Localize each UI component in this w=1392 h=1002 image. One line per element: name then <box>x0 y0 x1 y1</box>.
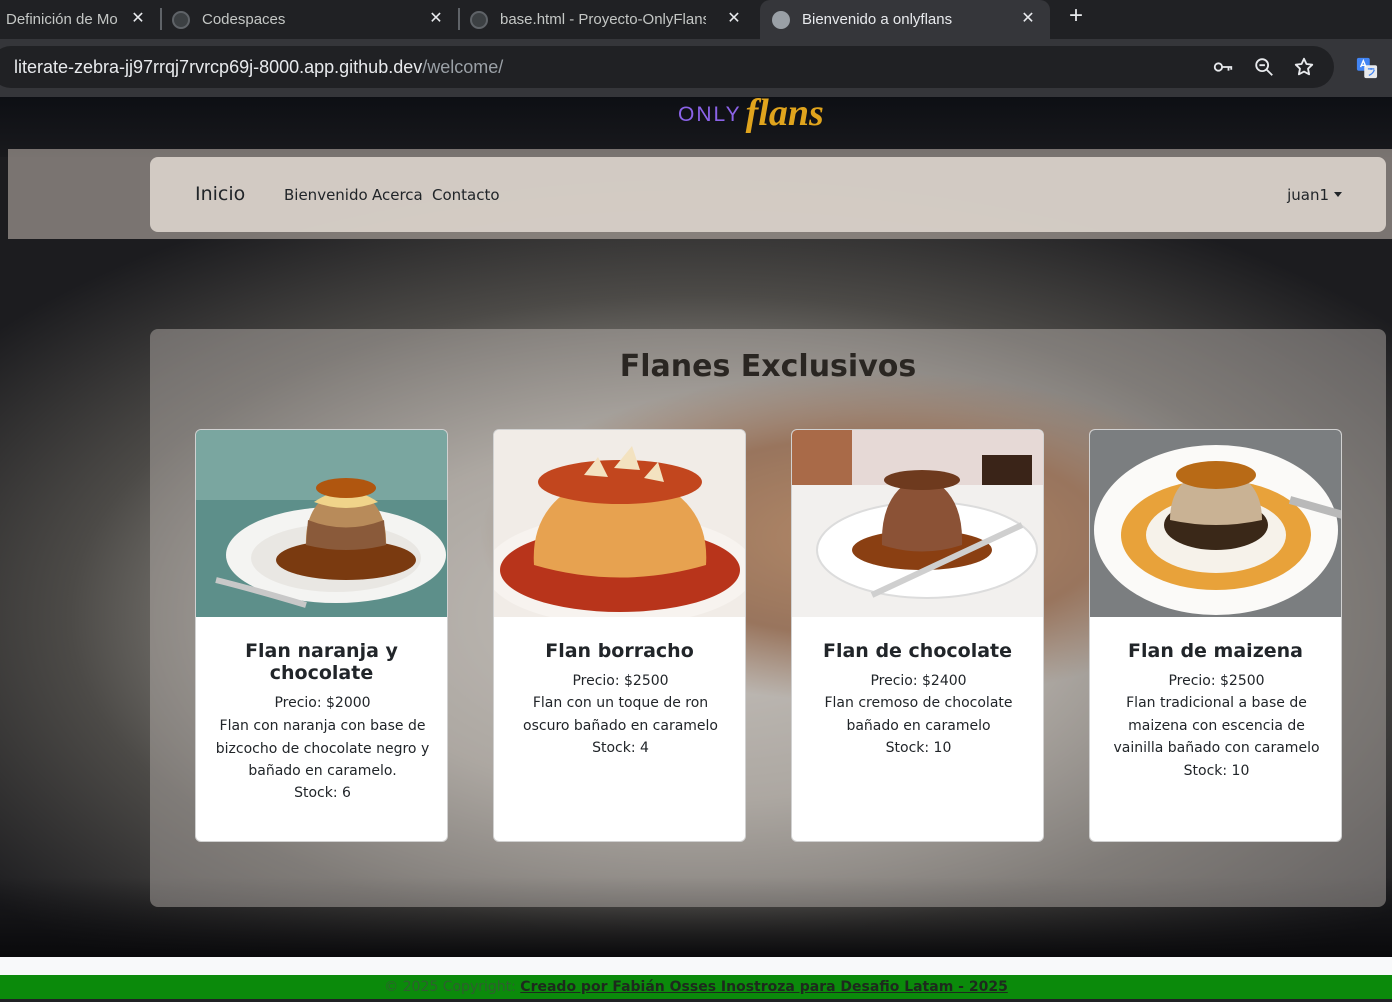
web-page: ONLY flans Inicio Bienvenido Acerca Cont… <box>0 97 1392 1002</box>
tab-strip: Definición de Mo ✕ Codespaces ✕ base.htm… <box>0 0 1392 39</box>
footer-spacer <box>0 957 1392 975</box>
translate-extension-icon[interactable] <box>1356 57 1378 79</box>
product-stock: Stock: 10 <box>1183 763 1250 779</box>
product-price: Precio: $2500 <box>572 673 669 689</box>
nav-link-contacto[interactable]: Contacto <box>432 186 500 204</box>
product-name: Flan de maizena <box>1128 640 1303 662</box>
tab-codespaces[interactable]: Codespaces ✕ <box>172 0 458 39</box>
nav-brand-inicio[interactable]: Inicio <box>195 183 245 205</box>
key-icon[interactable] <box>1212 56 1234 78</box>
product-name: Flan de chocolate <box>822 640 1013 662</box>
product-description: Flan con un toque de ron oscuro bañado e… <box>523 695 718 734</box>
product-price: Precio: $2500 <box>1168 673 1265 689</box>
tab-title: Definición de Mo <box>6 11 118 28</box>
tab-definicion[interactable]: Definición de Mo ✕ <box>0 0 160 39</box>
flan-maizena-photo <box>1090 430 1341 617</box>
caret-down-icon <box>1334 192 1342 197</box>
tab-title: Codespaces <box>202 11 286 28</box>
nav-link-bienvenido[interactable]: Bienvenido <box>284 186 368 204</box>
product-card[interactable]: Flan de chocolate Precio: $2400 Flan cre… <box>791 429 1044 842</box>
product-name: Flan borracho <box>545 640 694 662</box>
url-host: literate-zebra-jj97rrqj7rvrcp69j-8000.ap… <box>14 57 423 77</box>
product-card[interactable]: Flan borracho Precio: $2500 Flan con un … <box>493 429 746 842</box>
product-description: Flan tradicional a base de maizena con e… <box>1113 695 1320 756</box>
close-tab-icon[interactable]: ✕ <box>726 11 742 27</box>
tab-bienvenido[interactable]: Bienvenido a onlyflans ✕ <box>760 0 1050 39</box>
product-name: Flan naranja y chocolate <box>245 640 398 684</box>
flan-chocolate-photo <box>792 430 1043 617</box>
url-text[interactable]: literate-zebra-jj97rrqj7rvrcp69j-8000.ap… <box>14 57 503 78</box>
footer-author-link[interactable]: Creado por Fabián Osses Inostroza para D… <box>520 979 1008 995</box>
site-footer: © 2025 Copyright: Creado por Fabián Osse… <box>0 975 1392 999</box>
close-tab-icon[interactable]: ✕ <box>1020 11 1036 27</box>
close-tab-icon[interactable]: ✕ <box>130 11 146 27</box>
tab-separator <box>458 8 460 30</box>
product-price: Precio: $2000 <box>274 695 371 711</box>
url-path: /welcome/ <box>422 57 504 77</box>
new-tab-button[interactable]: + <box>1062 2 1090 30</box>
user-dropdown[interactable]: juan1 <box>1287 186 1342 204</box>
logo-only-text: ONLY <box>678 103 742 126</box>
user-name: juan1 <box>1287 186 1329 204</box>
product-stock: Stock: 10 <box>885 740 952 756</box>
tab-base-html[interactable]: base.html - Proyecto-OnlyFlans ✕ <box>470 0 756 39</box>
tab-title: Bienvenido a onlyflans <box>802 11 953 28</box>
close-tab-icon[interactable]: ✕ <box>428 11 444 27</box>
product-stock: Stock: 6 <box>294 785 351 801</box>
tab-title: base.html - Proyecto-OnlyFlans <box>500 11 706 28</box>
section-title: Flanes Exclusivos <box>619 349 917 384</box>
star-icon[interactable] <box>1293 56 1315 78</box>
flan-borracho-photo <box>494 430 745 617</box>
tab-separator <box>160 8 162 30</box>
onlyflans-logo[interactable]: ONLY flans <box>678 97 824 134</box>
product-description: Flan cremoso de chocolate bañado en cara… <box>824 695 1013 734</box>
globe-icon <box>772 10 790 29</box>
flan-naranja-photo <box>196 430 447 617</box>
product-description: Flan con naranja con base de bizcocho de… <box>215 718 430 779</box>
main-navbar: Inicio Bienvenido Acerca Contacto juan1 <box>150 157 1386 232</box>
github-icon <box>470 10 488 29</box>
github-icon <box>172 10 190 29</box>
product-price: Precio: $2400 <box>870 673 967 689</box>
products-panel: Flanes Exclusivos Flan naranja y chocola… <box>150 329 1386 907</box>
zoom-out-icon[interactable] <box>1253 56 1275 78</box>
nav-link-acerca[interactable]: Acerca <box>372 186 423 204</box>
product-stock: Stock: 4 <box>592 740 649 756</box>
product-card[interactable]: Flan naranja y chocolate Precio: $2000 F… <box>195 429 448 842</box>
logo-flans-text: flans <box>745 97 824 134</box>
omnibox[interactable]: literate-zebra-jj97rrqj7rvrcp69j-8000.ap… <box>0 46 1334 88</box>
product-card[interactable]: Flan de maizena Precio: $2500 Flan tradi… <box>1089 429 1342 842</box>
address-bar: literate-zebra-jj97rrqj7rvrcp69j-8000.ap… <box>0 39 1392 97</box>
footer-copyright: © 2025 Copyright: <box>384 979 521 995</box>
